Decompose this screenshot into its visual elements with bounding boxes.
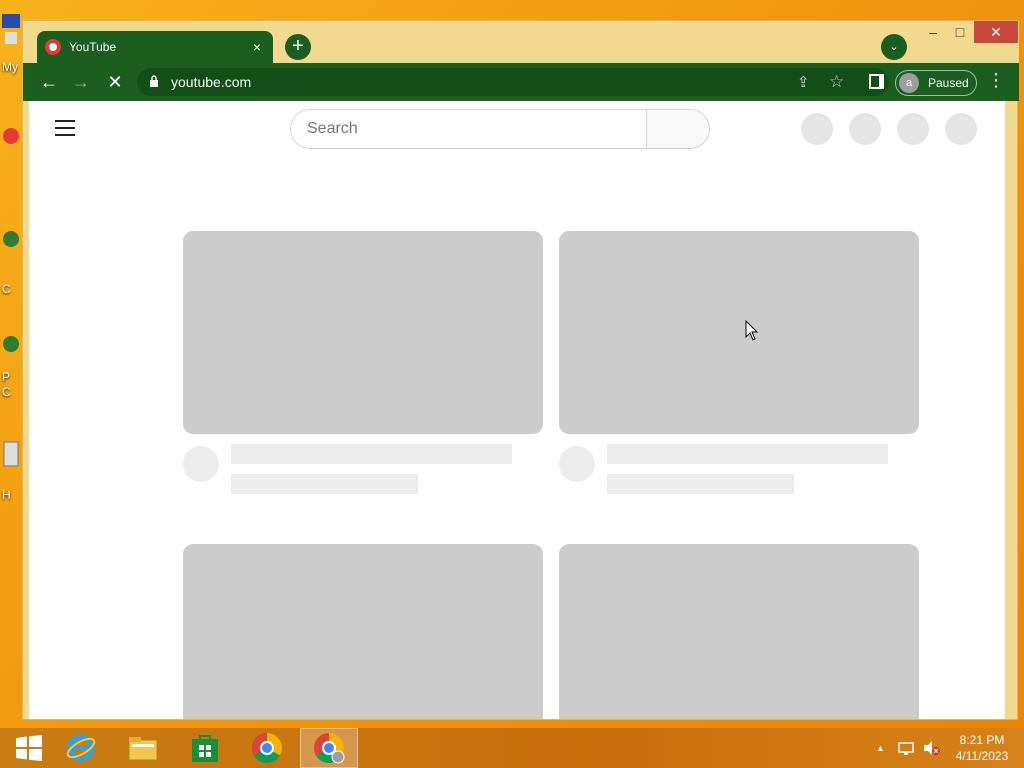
video-thumbnail-placeholder — [559, 231, 919, 434]
tab-close-icon[interactable]: × — [249, 39, 265, 55]
windows-logo-icon — [16, 735, 42, 761]
url-text[interactable]: youtube.com — [171, 74, 251, 90]
avatar: a — [899, 73, 919, 93]
mouse-cursor-icon — [745, 320, 759, 341]
hamburger-menu-icon[interactable] — [55, 120, 75, 141]
video-thumbnail-placeholder — [559, 544, 919, 719]
system-clock[interactable]: 8:21 PM 4/11/2023 — [950, 732, 1014, 764]
browser-window: YouTube × + ⌄ – □ ✕ ← → ✕ youtube.com ⇪ … — [22, 20, 1019, 720]
desktop-icon-label: My — [2, 60, 18, 74]
tab-search-button[interactable]: ⌄ — [881, 34, 907, 60]
volume-muted-icon[interactable] — [922, 740, 940, 756]
start-button[interactable] — [0, 728, 58, 768]
search-input[interactable] — [291, 110, 646, 148]
desktop-icon-app[interactable] — [0, 330, 22, 370]
bookmark-star-icon[interactable]: ☆ — [829, 72, 844, 92]
taskbar-chrome-profile[interactable] — [300, 728, 358, 768]
meta-placeholder — [607, 474, 794, 494]
desktop-icon-app[interactable] — [0, 436, 22, 476]
share-icon[interactable]: ⇪ — [797, 73, 810, 91]
channel-avatar-placeholder — [559, 446, 595, 482]
maximize-button[interactable]: □ — [949, 21, 971, 43]
store-icon — [192, 735, 218, 762]
clock-time: 8:21 PM — [959, 733, 1005, 747]
page-viewport — [29, 101, 1005, 719]
tray-overflow-chevron-icon[interactable]: ▲ — [876, 743, 885, 753]
header-placeholder-icon — [897, 113, 929, 145]
clock-date: 4/11/2023 — [955, 749, 1009, 763]
tab-youtube[interactable]: YouTube × — [37, 31, 273, 63]
header-placeholder-icon — [945, 113, 977, 145]
lock-icon[interactable] — [149, 75, 159, 87]
meta-placeholder — [231, 474, 418, 494]
desktop-icon-label: P — [2, 370, 11, 384]
browser-menu-icon[interactable]: ⋮ — [987, 70, 1005, 91]
chrome-profile-icon — [314, 733, 345, 764]
title-placeholder — [231, 444, 512, 464]
network-icon[interactable] — [897, 740, 915, 756]
taskbar-chrome[interactable] — [238, 728, 296, 768]
taskbar-internet-explorer[interactable] — [52, 728, 110, 768]
desktop-icon-computer[interactable] — [0, 10, 22, 50]
desktop-icon-chrome[interactable] — [0, 120, 22, 160]
scrollbar[interactable] — [1004, 101, 1005, 719]
internet-explorer-icon — [66, 734, 96, 762]
desktop-icon-label: C — [2, 385, 11, 399]
youtube-favicon-icon — [45, 39, 61, 55]
channel-avatar-placeholder — [183, 446, 219, 482]
browser-toolbar: ← → ✕ youtube.com ⇪ ☆ a Paused ⋮ — [23, 63, 1019, 101]
profile-status: Paused — [928, 76, 969, 90]
taskbar-store[interactable] — [176, 728, 234, 768]
title-bar: YouTube × + ⌄ – □ ✕ — [23, 21, 1019, 63]
forward-button[interactable]: → — [69, 71, 93, 93]
taskbar-file-explorer[interactable] — [114, 728, 172, 768]
side-panel-icon[interactable] — [869, 74, 884, 89]
search-box — [290, 109, 710, 149]
new-tab-button[interactable]: + — [285, 34, 311, 60]
header-placeholder-icon — [801, 113, 833, 145]
chrome-icon — [251, 733, 283, 764]
desktop-icon-app[interactable] — [0, 225, 22, 265]
minimize-button[interactable]: – — [921, 21, 945, 43]
video-thumbnail-placeholder — [183, 231, 543, 434]
desktop-icon-label: H — [2, 488, 11, 502]
title-placeholder — [607, 444, 888, 464]
video-thumbnail-placeholder — [183, 544, 543, 719]
taskbar: ▲ 8:21 PM 4/11/2023 — [0, 728, 1024, 768]
desktop-icon-label: C — [2, 282, 11, 296]
tab-title: YouTube — [69, 40, 117, 54]
close-window-button[interactable]: ✕ — [974, 21, 1018, 43]
folder-icon — [128, 737, 158, 761]
profile-button[interactable]: a Paused — [895, 70, 977, 96]
search-button[interactable] — [646, 110, 709, 148]
back-button[interactable]: ← — [37, 71, 61, 93]
stop-loading-button[interactable]: ✕ — [103, 71, 127, 93]
header-placeholder-icon — [849, 113, 881, 145]
address-bar[interactable]: youtube.com ⇪ ☆ — [137, 68, 889, 96]
